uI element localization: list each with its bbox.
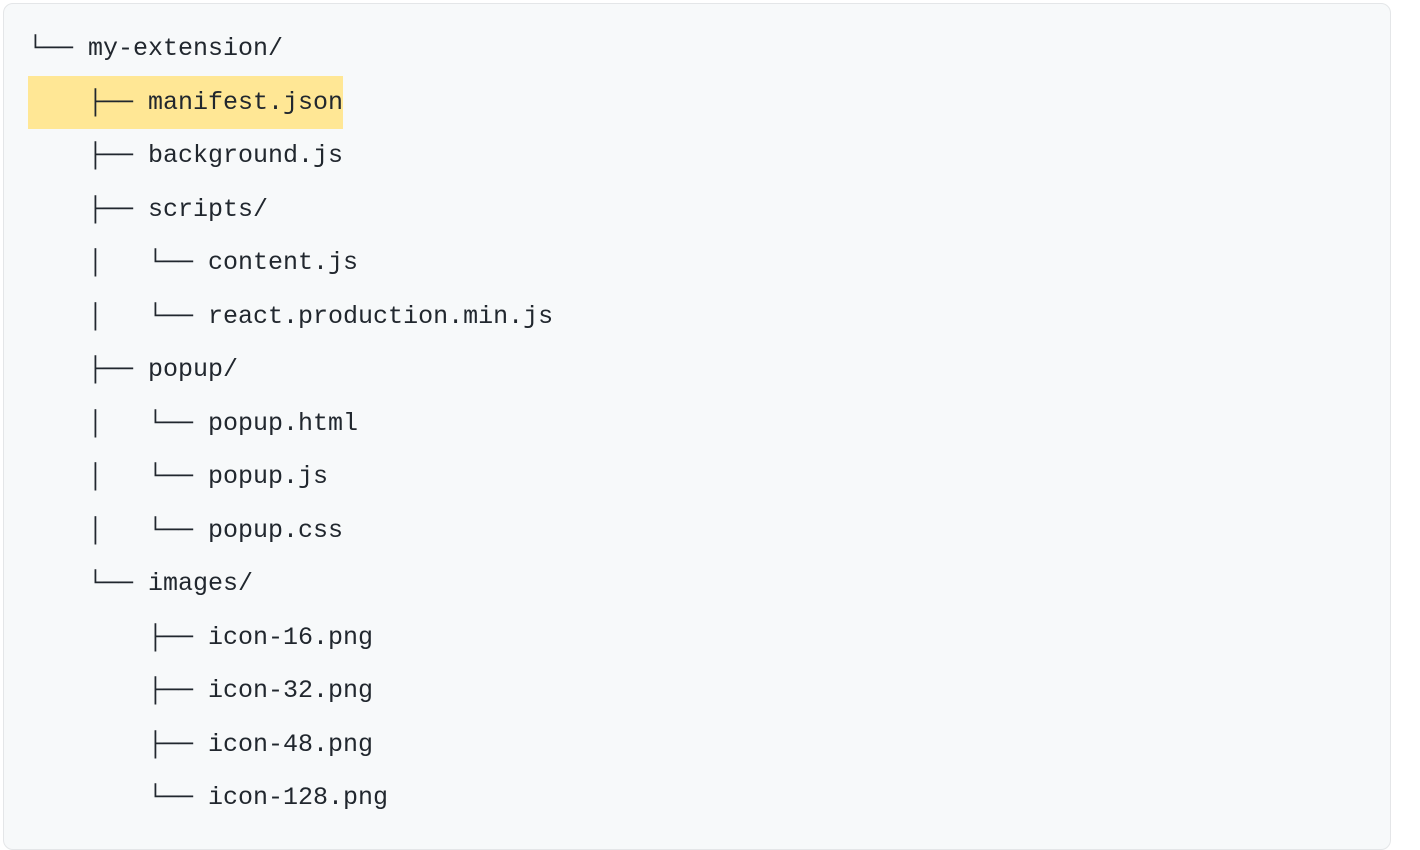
tree-branch: │ └── [28, 302, 208, 331]
tree-entry-name: my-extension/ [88, 34, 283, 63]
tree-branch: ├── [28, 730, 208, 759]
tree-entry-name: scripts/ [148, 195, 268, 224]
tree-entry-name: popup.js [208, 462, 328, 491]
tree-entry-name: icon-48.png [208, 730, 373, 759]
directory-tree-code-block: └── my-extension/ ├── manifest.json ├── … [3, 3, 1391, 850]
tree-branch: └── [28, 783, 208, 812]
tree-line: │ └── popup.html [4, 397, 1390, 451]
tree-branch: └── [28, 34, 88, 63]
tree-line: └── icon-128.png [4, 771, 1390, 825]
tree-entry-name: background.js [148, 141, 343, 170]
tree-branch: ├── [28, 355, 148, 384]
tree-branch: ├── [28, 195, 148, 224]
tree-branch: │ └── [28, 462, 208, 491]
tree-entry-name: icon-16.png [208, 623, 373, 652]
tree-lines-container: └── my-extension/ ├── manifest.json ├── … [4, 22, 1390, 825]
tree-line: ├── manifest.json [4, 76, 1390, 130]
tree-branch: │ └── [28, 409, 208, 438]
tree-line: ├── icon-32.png [4, 664, 1390, 718]
tree-entry-name: popup.css [208, 516, 343, 545]
tree-line: └── images/ [4, 557, 1390, 611]
tree-branch: ├── [28, 88, 148, 117]
tree-line: ├── icon-48.png [4, 718, 1390, 772]
tree-line: ├── scripts/ [4, 183, 1390, 237]
tree-entry-name: content.js [208, 248, 358, 277]
tree-branch: │ └── [28, 248, 208, 277]
tree-line: ├── icon-16.png [4, 611, 1390, 665]
tree-line: │ └── popup.css [4, 504, 1390, 558]
tree-line: │ └── react.production.min.js [4, 290, 1390, 344]
tree-entry-name: manifest.json [148, 88, 343, 117]
tree-entry-name: react.production.min.js [208, 302, 553, 331]
tree-line: ├── background.js [4, 129, 1390, 183]
tree-branch: └── [28, 569, 148, 598]
tree-line: │ └── content.js [4, 236, 1390, 290]
tree-branch: ├── [28, 141, 148, 170]
tree-line: └── my-extension/ [4, 22, 1390, 76]
tree-entry-name: popup/ [148, 355, 238, 384]
tree-branch: ├── [28, 623, 208, 652]
tree-entry-name: icon-32.png [208, 676, 373, 705]
tree-branch: ├── [28, 676, 208, 705]
highlighted-entry: ├── manifest.json [28, 76, 343, 130]
tree-entry-name: icon-128.png [208, 783, 388, 812]
tree-line: │ └── popup.js [4, 450, 1390, 504]
tree-entry-name: images/ [148, 569, 253, 598]
tree-line: ├── popup/ [4, 343, 1390, 397]
tree-branch: │ └── [28, 516, 208, 545]
tree-entry-name: popup.html [208, 409, 358, 438]
